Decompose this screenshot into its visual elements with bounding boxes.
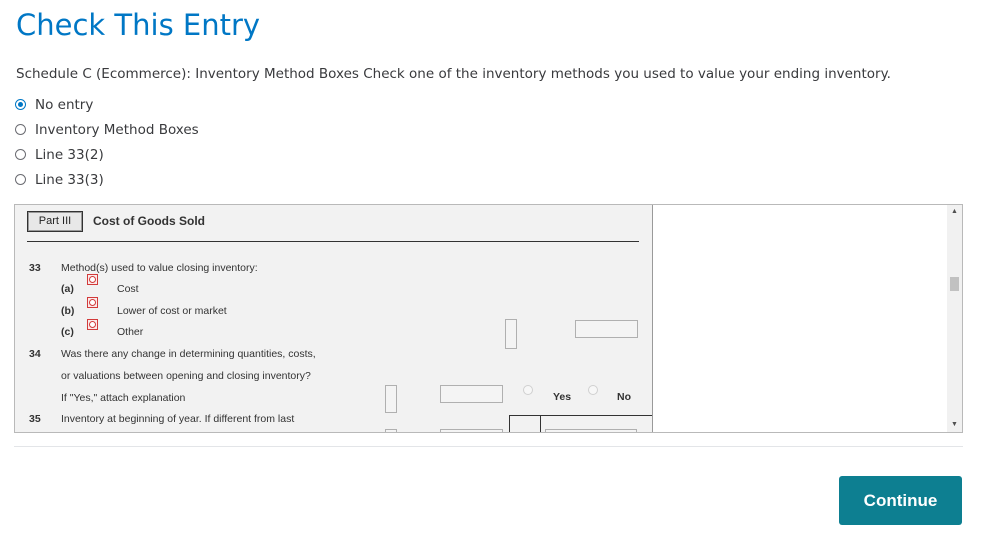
line-35-number: 35: [29, 413, 41, 425]
viewer-scrollbar[interactable]: ▲ ▼: [947, 205, 962, 432]
inventory-method-options: No entry Inventory Method Boxes Line 33(…: [15, 92, 199, 192]
page-title: Check This Entry: [16, 8, 261, 42]
amount-column-border: [540, 415, 541, 432]
line-35-amount-field[interactable]: [545, 429, 637, 432]
option-inventory-method-boxes[interactable]: Inventory Method Boxes: [15, 117, 199, 142]
cost-checkbox[interactable]: [87, 274, 98, 285]
form-preview: Part III Cost of Goods Sold 33 Method(s)…: [15, 205, 653, 432]
no-radio[interactable]: [588, 385, 598, 395]
radio-inventory-method-boxes[interactable]: [15, 124, 26, 135]
scroll-up-icon[interactable]: ▲: [947, 205, 962, 219]
part-label: Part III: [27, 211, 83, 232]
amount-column-border: [509, 415, 510, 432]
radio-no-entry[interactable]: [15, 99, 26, 110]
line-33c-label: (c): [61, 326, 74, 338]
continue-button[interactable]: Continue: [839, 476, 962, 525]
line-35-field[interactable]: [440, 429, 503, 432]
line-33c-text: Other: [117, 326, 144, 338]
line-35-small-field[interactable]: [385, 429, 397, 432]
line-34-text-3: If "Yes," attach explanation: [61, 392, 186, 404]
form-viewer[interactable]: Part III Cost of Goods Sold 33 Method(s)…: [14, 204, 963, 433]
scroll-thumb[interactable]: [950, 277, 959, 291]
option-line-33-3[interactable]: Line 33(3): [15, 167, 199, 192]
radio-line-33-3[interactable]: [15, 174, 26, 185]
line-33-number: 33: [29, 262, 41, 274]
option-no-entry[interactable]: No entry: [15, 92, 199, 117]
no-label: No: [617, 391, 631, 403]
other-checkbox[interactable]: [87, 319, 98, 330]
other-explanation-field[interactable]: [505, 319, 517, 349]
option-label: Inventory Method Boxes: [35, 121, 199, 138]
line-34-number: 34: [29, 348, 41, 360]
radio-line-33-2[interactable]: [15, 149, 26, 160]
line-35-text: Inventory at beginning of year. If diffe…: [61, 413, 295, 425]
line-34-text-2: or valuations between opening and closin…: [61, 370, 311, 382]
part-title: Cost of Goods Sold: [93, 214, 205, 228]
instruction-text: Schedule C (Ecommerce): Inventory Method…: [16, 66, 891, 82]
check-entry-page: Check This Entry Schedule C (Ecommerce):…: [0, 0, 999, 549]
line-33-text: Method(s) used to value closing inventor…: [61, 262, 258, 274]
amount-column-top: [509, 415, 652, 416]
scroll-down-icon[interactable]: ▼: [947, 418, 962, 432]
section-rule: [27, 241, 639, 242]
yes-radio[interactable]: [523, 385, 533, 395]
lower-of-cost-checkbox[interactable]: [87, 297, 98, 308]
line-34-explanation-field[interactable]: [440, 385, 503, 403]
yes-label: Yes: [553, 391, 572, 403]
line-33a-label: (a): [61, 283, 74, 295]
option-label: Line 33(2): [35, 146, 104, 163]
line-33a-text: Cost: [117, 283, 139, 295]
other-method-field[interactable]: [575, 320, 638, 338]
line-33b-text: Lower of cost or market: [117, 305, 227, 317]
line-34-small-field[interactable]: [385, 385, 397, 413]
line-33b-label: (b): [61, 305, 75, 317]
option-label: Line 33(3): [35, 171, 104, 188]
option-line-33-2[interactable]: Line 33(2): [15, 142, 199, 167]
footer-divider: [14, 446, 963, 447]
option-label: No entry: [35, 96, 94, 113]
line-34-text-1: Was there any change in determining quan…: [61, 348, 316, 360]
